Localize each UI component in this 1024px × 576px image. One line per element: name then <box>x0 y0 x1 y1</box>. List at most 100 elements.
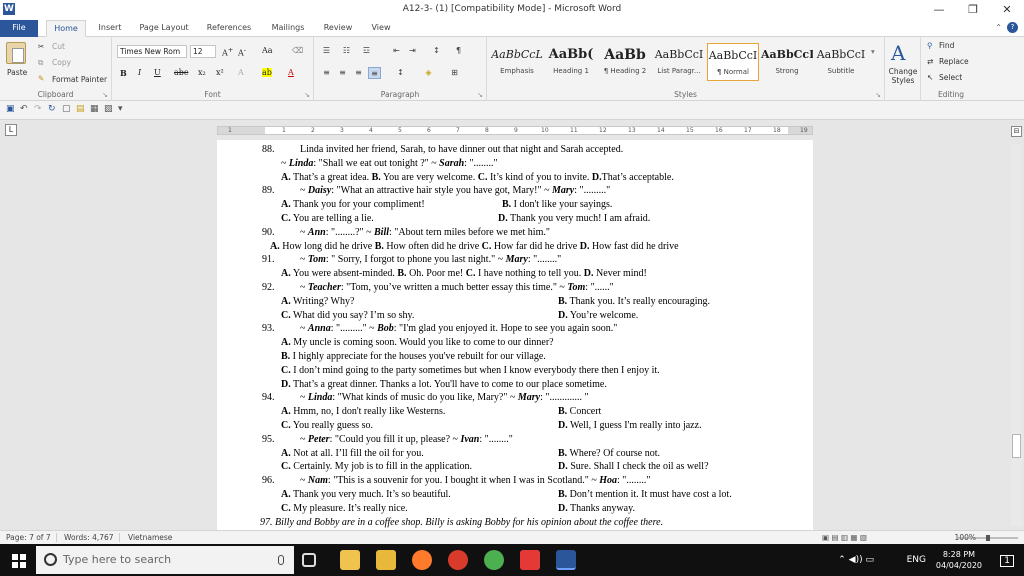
style-heading-1[interactable]: AaBb(Heading 1 <box>545 43 597 81</box>
brush-icon[interactable]: ✎ <box>38 74 44 83</box>
zoom-slider[interactable] <box>958 535 1018 541</box>
clear-formatting-icon[interactable]: ⌫ <box>292 46 303 55</box>
text-effects-icon[interactable]: A <box>238 68 244 77</box>
store-icon[interactable] <box>340 550 360 570</box>
open-folder-icon[interactable]: ▤ <box>76 104 85 114</box>
vertical-scrollbar[interactable]: ⊟ <box>1010 124 1024 530</box>
find-button[interactable]: Find <box>939 41 954 50</box>
tab-file[interactable]: File <box>0 20 38 37</box>
style-subtitle[interactable]: AaBbCcI Subtitle <box>815 43 867 81</box>
document-page[interactable]: 88. Linda invited her friend, Sarah, to h… <box>217 140 813 530</box>
close-button[interactable]: ✕ <box>990 0 1024 20</box>
select-icon[interactable]: ↖ <box>927 73 933 82</box>
align-center-icon[interactable]: ≡ <box>336 67 349 79</box>
superscript-button[interactable]: x² <box>216 68 224 77</box>
app-green-icon[interactable] <box>484 550 504 570</box>
style-strong[interactable]: AaBbCcI Strong <box>761 43 813 81</box>
document-line[interactable]: C. You really guess so. D. Well, I guess … <box>255 419 810 433</box>
print-preview-icon[interactable]: ▦ <box>90 104 99 114</box>
view-ruler-icon[interactable]: ⊟ <box>1011 126 1022 137</box>
shading-icon[interactable]: ◈ <box>422 67 435 79</box>
document-line[interactable]: A. Thank you very much. It’s so beautifu… <box>255 488 810 502</box>
customize-qat-icon[interactable]: ▾ <box>118 104 123 114</box>
document-line[interactable]: A. Not at all. I’ll fill the oil for you… <box>255 447 810 461</box>
dialog-launcher-icon[interactable]: ↘ <box>875 91 881 99</box>
document-line[interactable]: A. How long did he drive B. How often di… <box>255 240 810 254</box>
replace-button[interactable]: Replace <box>939 57 969 66</box>
scroll-thumb[interactable] <box>1012 434 1021 458</box>
style-emphasis[interactable]: AaBbCcL Emphasis <box>491 43 543 81</box>
document-line[interactable]: 90. ~ Ann: "........?" ~ Bill: "About ter… <box>255 226 810 240</box>
document-line[interactable]: 97. Billy and Bobby are in a coffee shop… <box>255 516 810 530</box>
replace-icon[interactable]: ⇄ <box>927 57 933 66</box>
style-normal[interactable]: AaBbCcI ¶ Normal <box>707 43 759 81</box>
subscript-button[interactable]: x₂ <box>198 68 206 77</box>
view-buttons-icon[interactable]: ▣ ▤ ▥ ▦ ▧ <box>822 533 872 542</box>
strikethrough-button[interactable]: abc <box>174 68 188 77</box>
new-document-icon[interactable]: ▢ <box>62 104 71 114</box>
document-line[interactable]: A. Thank you for your compliment! B. I do… <box>255 198 810 212</box>
bullets-icon[interactable]: ☰ <box>320 45 333 57</box>
highlight-icon[interactable]: ab <box>262 68 272 77</box>
dialog-launcher-icon[interactable]: ↘ <box>477 91 483 99</box>
tab-page-layout[interactable]: Page Layout <box>136 20 192 37</box>
document-line[interactable]: C. My pleasure. It’s really nice. D. Than… <box>255 502 810 516</box>
shrink-font-button[interactable]: A- <box>238 46 246 58</box>
numbering-icon[interactable]: ☷ <box>340 45 353 57</box>
redo-icon[interactable]: ↷ <box>34 104 42 114</box>
notifications-icon[interactable]: 1 <box>1000 555 1014 567</box>
document-line[interactable]: D. That’s a great dinner. Thanks a lot. … <box>255 378 810 392</box>
styles-scroll-icon[interactable]: ▾ <box>871 47 875 56</box>
tab-selector[interactable]: L <box>5 124 17 136</box>
help-icon[interactable]: ? <box>1007 22 1018 33</box>
horizontal-ruler[interactable]: 1 1 2 3 4 5 6 7 8 9 10 11 12 13 14 15 16… <box>217 126 813 135</box>
document-line[interactable]: 96. ~ Nam: "This is a souvenir for you. I… <box>255 474 810 488</box>
font-color-icon[interactable]: A <box>288 68 294 77</box>
document-line[interactable]: A. My uncle is coming soon. Would you li… <box>255 336 810 350</box>
document-line[interactable]: 93. ~ Anna: "........." ~ Bob: "I'm glad … <box>255 322 810 336</box>
sort-icon[interactable]: ↕ <box>430 45 443 57</box>
document-line[interactable]: B. I highly appreciate for the houses yo… <box>255 350 810 364</box>
line-spacing-icon[interactable]: ↕ <box>394 67 407 79</box>
decrease-indent-icon[interactable]: ⇤ <box>390 45 403 57</box>
format-painter-button[interactable]: Format Painter <box>52 75 107 84</box>
dialog-launcher-icon[interactable]: ↘ <box>102 91 108 99</box>
document-line[interactable]: C. I don’t mind going to the party somet… <box>255 364 810 378</box>
tab-home[interactable]: Home <box>46 20 86 37</box>
change-styles-icon[interactable]: A <box>891 41 905 65</box>
minimize-button[interactable]: — <box>922 0 956 20</box>
document-line[interactable]: 89. ~ Daisy: "What an attractive hair sty… <box>255 184 810 198</box>
grow-font-button[interactable]: A+ <box>222 46 233 58</box>
taskbar-search[interactable]: Type here to search <box>36 546 294 574</box>
word-count[interactable]: Words: 4,767 <box>64 533 120 542</box>
copy-button[interactable]: Copy <box>52 58 71 67</box>
increase-indent-icon[interactable]: ⇥ <box>406 45 419 57</box>
document-line[interactable]: A. Hmm, no, I don't really like Westerns… <box>255 405 810 419</box>
document-line[interactable]: 94. ~ Linda: "What kinds of music do you … <box>255 391 810 405</box>
document-line[interactable]: A. That’s a great idea. B. You are very … <box>255 171 810 185</box>
style-list-paragraph[interactable]: AaBbCcI List Paragr... <box>653 43 705 81</box>
clock[interactable]: 8:28 PM 04/04/2020 <box>936 549 982 571</box>
bold-button[interactable]: B <box>120 68 127 78</box>
document-line[interactable]: 88. Linda invited her friend, Sarah, to h… <box>255 143 810 157</box>
tab-references[interactable]: References <box>202 20 256 37</box>
quick-print-icon[interactable]: ▧ <box>104 104 113 114</box>
document-line[interactable]: ~ Linda: "Shall we eat out tonight ?" ~ … <box>255 157 810 171</box>
word-taskbar-icon[interactable] <box>556 550 576 570</box>
maximize-button[interactable]: ❐ <box>956 0 990 20</box>
font-name-box[interactable]: Times New Rom <box>117 45 187 58</box>
tab-insert[interactable]: Insert <box>92 20 128 37</box>
input-language[interactable]: ENG <box>907 555 926 565</box>
document-line[interactable]: C. You are telling a lie. D. Thank you ve… <box>255 212 810 226</box>
microphone-icon[interactable] <box>278 555 284 565</box>
show-marks-icon[interactable]: ¶ <box>452 45 465 57</box>
undo-icon[interactable]: ↶ <box>20 104 28 114</box>
dialog-launcher-icon[interactable]: ↘ <box>304 91 310 99</box>
page-count[interactable]: Page: 7 of 7 <box>6 533 57 542</box>
save-icon[interactable]: ▣ <box>6 104 15 114</box>
chrome-icon[interactable] <box>448 550 468 570</box>
align-right-icon[interactable]: ≡ <box>352 67 365 79</box>
tab-review[interactable]: Review <box>318 20 358 37</box>
minimize-ribbon-icon[interactable]: ⌃ <box>995 23 1002 32</box>
document-line[interactable]: C. Certainly. My job is to fill in the a… <box>255 460 810 474</box>
